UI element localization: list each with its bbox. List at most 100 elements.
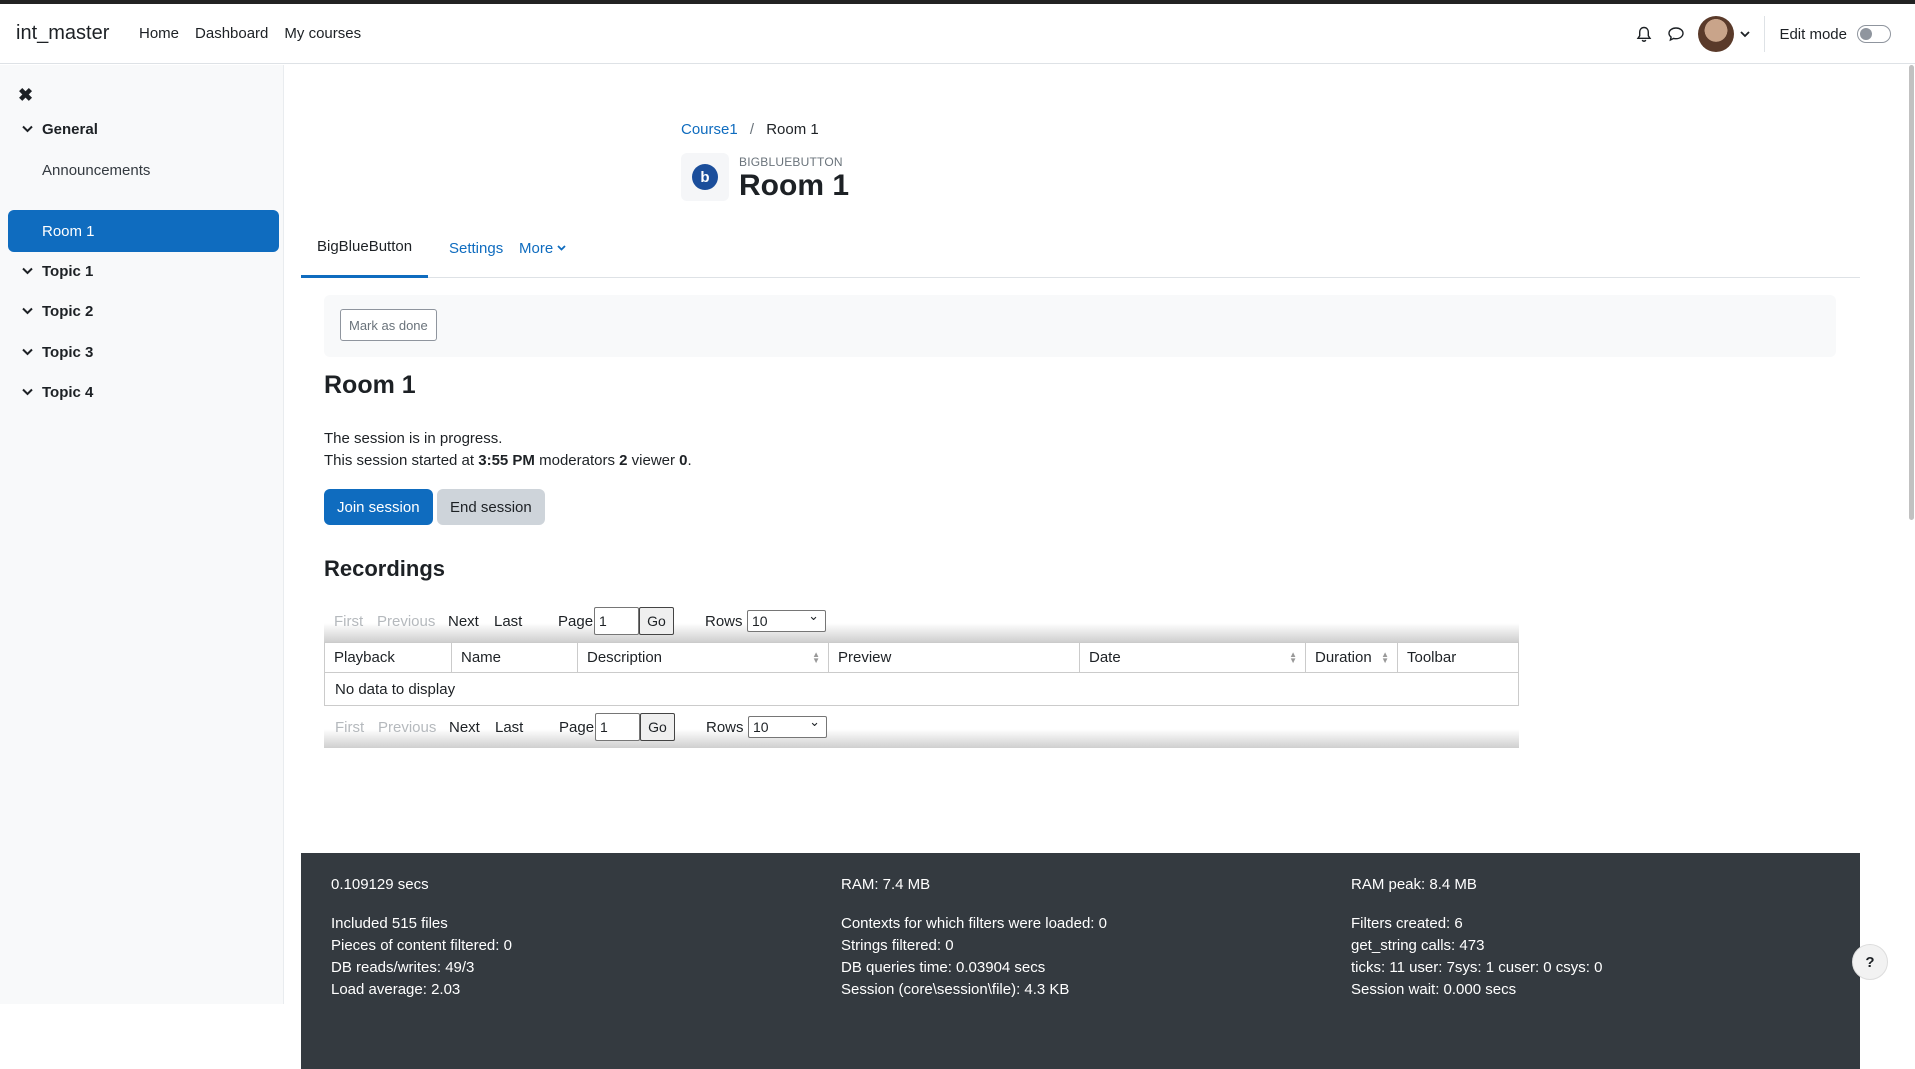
activity-announcements[interactable]: Announcements [8, 150, 279, 190]
table-header: Playback Name Description ▲ ▼ Preview Date… [325, 643, 1518, 673]
breadcrumb-course-link[interactable]: Course1 [681, 121, 738, 138]
nav-dashboard[interactable]: Dashboard [195, 25, 268, 42]
viewer-count: 0 [679, 452, 688, 469]
footer-stat: Session wait: 0.000 secs [1351, 981, 1517, 998]
breadcrumb: Course1 / Room 1 [681, 121, 819, 138]
navbar-divider [1764, 16, 1766, 52]
site-brand[interactable]: int_master [16, 22, 109, 45]
column-label: Description [587, 649, 663, 666]
sort-icon[interactable]: ▲ ▼ [812, 651, 820, 665]
user-avatar[interactable] [1698, 16, 1735, 52]
edit-mode-toggle[interactable] [1857, 25, 1891, 43]
messages-icon[interactable] [1660, 18, 1692, 50]
started-time: 3:55 PM [478, 452, 535, 469]
footer-stat: Included 515 files [331, 915, 448, 932]
pager-first[interactable]: First [334, 613, 363, 630]
pager-previous[interactable]: Previous [378, 719, 436, 736]
column-header-description[interactable]: Description ▲ ▼ [578, 643, 829, 672]
pager-next[interactable]: Next [449, 719, 480, 736]
join-session-button[interactable]: Join session [324, 489, 433, 525]
pager-go-button[interactable]: Go [640, 713, 675, 741]
user-menu-chevron-down-icon[interactable] [1740, 25, 1751, 43]
tab-more[interactable]: More [503, 218, 582, 278]
column-label: Name [461, 649, 502, 666]
bigbluebutton-icon: b [681, 153, 729, 201]
sort-icon[interactable]: ▲ ▼ [1289, 651, 1297, 665]
column-header-date[interactable]: Date ▲ ▼ [1080, 643, 1306, 672]
column-header-duration[interactable]: Duration ▲ ▼ [1306, 643, 1398, 672]
section-topic-3[interactable]: Topic 3 [8, 332, 279, 372]
section-label: Topic 1 [42, 262, 94, 280]
pager-rows-label: Rows [705, 612, 743, 630]
pager-rows-label: Rows [706, 718, 744, 736]
nav-home[interactable]: Home [139, 25, 179, 42]
pager-previous[interactable]: Previous [377, 613, 435, 630]
chevron-down-icon[interactable] [8, 388, 42, 396]
column-header-name[interactable]: Name [452, 643, 578, 672]
chevron-down-icon[interactable] [8, 267, 42, 275]
pager-next[interactable]: Next [448, 613, 479, 630]
course-index-drawer: ✖ General Announcements Room 1 Topic 1 T… [0, 65, 284, 1004]
pager-page-input[interactable]: 1 [594, 607, 639, 635]
close-drawer-icon[interactable]: ✖ [18, 85, 33, 106]
activity-label: Room 1 [42, 222, 95, 240]
pager-rows-select[interactable]: 10 [747, 608, 826, 632]
section-label: General [42, 120, 98, 138]
chevron-down-icon[interactable] [8, 125, 42, 133]
column-header-playback[interactable]: Playback [325, 643, 452, 672]
session-details: This session started at 3:55 PM moderato… [324, 452, 692, 469]
footer-stat: get_string calls: 473 [1351, 937, 1485, 954]
footer-stat: Filters created: 6 [1351, 915, 1463, 932]
pager-go-button[interactable]: Go [639, 607, 674, 635]
tab-label: BigBlueButton [317, 238, 413, 255]
mark-as-done-button[interactable]: Mark as done [340, 309, 437, 341]
breadcrumb-separator: / [749, 121, 755, 138]
section-topic-2[interactable]: Topic 2 [8, 291, 279, 331]
page-title: Room 1 [739, 169, 850, 202]
section-label: Topic 4 [42, 383, 94, 401]
tab-bigbluebutton[interactable]: BigBlueButton [301, 218, 429, 278]
page-scrollbar[interactable] [1908, 65, 1915, 520]
section-topic-4[interactable]: Topic 4 [8, 372, 279, 412]
footer-stat: DB reads/writes: 49/3 [331, 959, 475, 976]
pager-last[interactable]: Last [494, 613, 522, 630]
section-general[interactable]: General [8, 109, 279, 149]
activity-room-1[interactable]: Room 1 [8, 210, 279, 252]
footer-stat: Strings filtered: 0 [841, 937, 954, 954]
footer-stat: RAM: 7.4 MB [841, 876, 931, 893]
pager-last[interactable]: Last [495, 719, 523, 736]
pager-top: First Previous Next Last Page 1 Go Rows … [324, 600, 1519, 642]
navbar: int_master Home Dashboard My courses Edi… [0, 4, 1915, 64]
end-session-button[interactable]: End session [437, 489, 545, 525]
section-topic-1[interactable]: Topic 1 [8, 251, 279, 291]
column-label: Playback [334, 649, 395, 666]
section-label: Topic 2 [42, 302, 94, 320]
performance-footer: 0.109129 secs Included 515 files Pieces … [301, 853, 1860, 1069]
bigbluebutton-logo: b [692, 164, 718, 190]
footer-stat: 0.109129 secs [331, 876, 429, 893]
chevron-down-icon[interactable] [8, 307, 42, 315]
scrollbar-thumb[interactable] [1909, 65, 1914, 520]
footer-stat: DB queries time: 0.03904 secs [841, 959, 1046, 976]
column-header-toolbar[interactable]: Toolbar [1398, 643, 1518, 672]
pager-page-input[interactable]: 1 [595, 713, 640, 741]
pager-bottom: First Previous Next Last Page 1 Go Rows … [324, 706, 1519, 748]
chevron-down-icon[interactable] [8, 348, 42, 356]
sort-icon[interactable]: ▲ ▼ [1381, 651, 1389, 665]
column-label: Date [1089, 649, 1121, 666]
recordings-table-wrapper: First Previous Next Last Page 1 Go Rows … [324, 600, 1519, 748]
nav-my-courses[interactable]: My courses [284, 25, 361, 42]
footer-stat: Load average: 2.03 [331, 981, 461, 998]
pager-rows-select[interactable]: 10 [748, 714, 827, 738]
footer-stat: Pieces of content filtered: 0 [331, 937, 512, 954]
moderators-text: moderators [534, 452, 620, 469]
footer-stat: RAM peak: 8.4 MB [1351, 876, 1477, 893]
notifications-bell-icon[interactable] [1628, 18, 1660, 50]
primary-navigation: Home Dashboard My courses [139, 25, 377, 42]
pager-first[interactable]: First [335, 719, 364, 736]
session-status: The session is in progress. [324, 430, 503, 447]
column-header-preview[interactable]: Preview [829, 643, 1080, 672]
breadcrumb-current: Room 1 [766, 121, 819, 138]
tab-label: More [519, 239, 554, 257]
help-button[interactable]: ? [1852, 944, 1888, 980]
